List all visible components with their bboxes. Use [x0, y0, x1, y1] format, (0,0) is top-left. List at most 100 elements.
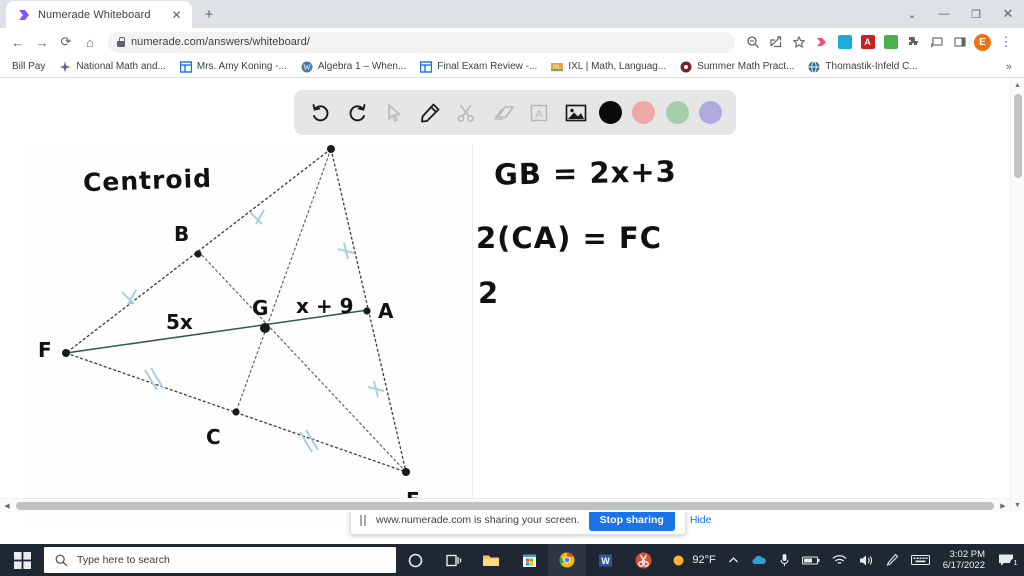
cortana-icon[interactable]: [396, 544, 434, 576]
forward-button[interactable]: →: [30, 30, 54, 54]
microsoft-store-icon[interactable]: [510, 544, 548, 576]
onedrive-icon[interactable]: [745, 554, 773, 566]
vertical-scroll-thumb[interactable]: [1014, 94, 1022, 178]
eraser-icon[interactable]: [490, 100, 516, 126]
close-button[interactable]: ✕: [992, 0, 1024, 28]
notifications-button[interactable]: 1: [992, 553, 1021, 569]
snipping-tool-icon[interactable]: [624, 544, 662, 576]
bookmark-national-math[interactable]: National Math and...: [53, 59, 172, 75]
stop-sharing-button[interactable]: Stop sharing: [588, 509, 675, 531]
file-explorer-icon[interactable]: [472, 544, 510, 576]
svg-text:W: W: [601, 556, 610, 566]
microsoft-word-icon[interactable]: W: [586, 544, 624, 576]
new-tab-button[interactable]: +: [196, 1, 222, 27]
share-icon[interactable]: [765, 32, 786, 53]
vertical-scrollbar[interactable]: ▲ ▼: [1010, 78, 1024, 512]
extensions-puzzle-icon[interactable]: [903, 32, 924, 53]
hide-button[interactable]: Hide: [684, 514, 718, 526]
save-extension-icon[interactable]: [880, 32, 901, 53]
scroll-left-button[interactable]: ◀: [0, 499, 14, 513]
bookmark-final-exam-review[interactable]: Final Exam Review -...: [414, 59, 543, 75]
scroll-right-button[interactable]: ▶: [996, 499, 1010, 513]
task-view-icon[interactable]: [434, 544, 472, 576]
microphone-icon[interactable]: [773, 553, 796, 567]
search-placeholder: Type here to search: [77, 554, 170, 566]
bookmark-algebra-1[interactable]: W Algebra 1 – When...: [295, 59, 412, 75]
back-button[interactable]: ←: [6, 30, 30, 54]
whiteboard-toolbar: A: [294, 90, 736, 135]
scroll-up-button[interactable]: ▲: [1011, 78, 1024, 92]
scissors-icon[interactable]: [453, 100, 479, 126]
vertex-label-b: B: [174, 222, 190, 246]
cloud-extension-icon[interactable]: [834, 32, 855, 53]
side-panel-icon[interactable]: [949, 32, 970, 53]
browser-toolbar: ← → ⟳ ⌂ numerade.com/answers/whiteboard/…: [0, 28, 1024, 56]
bookmark-label: National Math and...: [76, 61, 166, 72]
vertex-label-c: C: [206, 425, 221, 449]
text-box-icon[interactable]: A: [526, 100, 552, 126]
maximize-button[interactable]: ❐: [960, 0, 992, 28]
reload-button[interactable]: ⟳: [54, 30, 78, 54]
start-button[interactable]: [0, 544, 44, 576]
search-icon: [55, 554, 68, 566]
numerade-logo-icon: [17, 8, 31, 22]
cast-icon[interactable]: [926, 32, 947, 53]
color-swatch-green[interactable]: [665, 101, 689, 124]
svg-text:W: W: [303, 63, 311, 72]
bookmark-summer-math-practice[interactable]: Summer Math Pract...: [674, 59, 800, 75]
battery-icon[interactable]: [796, 555, 826, 566]
sun-icon: [673, 555, 684, 565]
browser-window: Numerade Whiteboard ✕ + ⌄ — ❐ ✕ ← → ⟳ ⌂ …: [0, 0, 1024, 544]
redo-button[interactable]: [344, 100, 370, 126]
bookmark-bill-pay[interactable]: Bill Pay: [6, 59, 51, 74]
centroid-triangle-svg: [62, 145, 410, 476]
touch-keyboard-icon[interactable]: [905, 554, 936, 566]
adobe-acrobat-extension-icon[interactable]: A: [857, 32, 878, 53]
color-swatch-purple[interactable]: [698, 101, 722, 124]
whiteboard-canvas[interactable]: Centroid B F C G A E 5x x + 9 GB = 2x+3 …: [28, 144, 1010, 544]
cursor-icon[interactable]: [381, 100, 407, 126]
tab-numerade-whiteboard[interactable]: Numerade Whiteboard ✕: [6, 1, 192, 28]
scroll-down-button[interactable]: ▼: [1011, 498, 1024, 512]
horizontal-scrollbar[interactable]: ◀ ▶: [0, 498, 1010, 512]
undo-button[interactable]: [308, 100, 334, 126]
windows-taskbar: Type here to search W 92°F 3:02 PM 6/17/…: [0, 544, 1024, 576]
weather-widget[interactable]: 92°F: [665, 553, 721, 568]
search-input[interactable]: Type here to search: [44, 547, 396, 573]
color-swatch-black[interactable]: [598, 101, 622, 124]
show-hidden-icons-button[interactable]: [722, 555, 745, 566]
globe-icon: [808, 60, 820, 73]
color-swatch-pink[interactable]: [632, 101, 656, 124]
bookmark-ixl[interactable]: IXL IXL | Math, Languag...: [545, 59, 672, 75]
wifi-icon[interactable]: [826, 554, 853, 566]
note-line-2: 2(CA) = FC: [476, 221, 662, 255]
bookmark-thomastik-infeld[interactable]: Thomastik-Infeld C...: [802, 59, 923, 75]
home-button[interactable]: ⌂: [78, 30, 102, 54]
segment-label-x-plus-9: x + 9: [296, 294, 354, 318]
profile-avatar[interactable]: E: [972, 32, 993, 53]
pen-menu-icon[interactable]: [880, 553, 905, 567]
horizontal-scroll-thumb[interactable]: [16, 502, 994, 510]
numerade-extension-icon[interactable]: [811, 32, 832, 53]
address-bar[interactable]: numerade.com/answers/whiteboard/: [108, 31, 735, 53]
tab-search-button[interactable]: ⌄: [896, 0, 928, 28]
window-icon: [179, 60, 192, 73]
close-icon[interactable]: ✕: [169, 7, 184, 22]
bookmarks-overflow-button[interactable]: »: [1006, 61, 1018, 73]
bookmark-mrs-amy-koning[interactable]: Mrs. Amy Koning -...: [174, 59, 293, 75]
star-icon[interactable]: [788, 32, 809, 53]
minimize-button[interactable]: —: [928, 0, 960, 28]
globe-dark-icon: [680, 61, 692, 73]
google-chrome-icon[interactable]: [548, 544, 586, 576]
svg-text:A: A: [535, 108, 543, 120]
zoom-out-icon[interactable]: [742, 32, 763, 53]
star-burst-icon: [59, 60, 72, 73]
centroid-diagram-image[interactable]: Centroid B F C G A E 5x x + 9: [28, 144, 473, 525]
image-icon[interactable]: [563, 100, 589, 126]
clock[interactable]: 3:02 PM 6/17/2022: [936, 549, 992, 572]
chrome-menu-button[interactable]: ⋮: [994, 30, 1018, 54]
ixl-icon: IXL: [551, 61, 564, 73]
volume-icon[interactable]: [853, 554, 880, 567]
vertex-label-a: A: [378, 299, 394, 323]
pencil-icon[interactable]: [417, 100, 443, 126]
